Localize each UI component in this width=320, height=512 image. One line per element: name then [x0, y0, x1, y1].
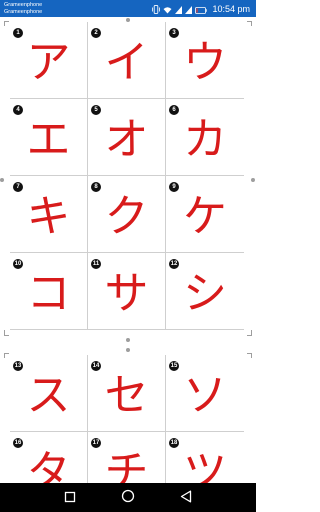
- recents-square-icon: [64, 488, 76, 507]
- kana-character: ス: [26, 370, 71, 421]
- kana-cell: 9ケ: [166, 176, 244, 253]
- kana-cell: 5オ: [88, 99, 166, 176]
- resize-handle-left[interactable]: [0, 178, 4, 182]
- corner-mark: [4, 21, 9, 22]
- kana-grid-2: 13 ス 14 セ 15 ソ 16 タ 17 チ 18 ツ: [10, 355, 246, 483]
- kana-character: ウ: [183, 37, 227, 88]
- kana-cell: 13 ス: [10, 355, 88, 432]
- kana-cell: 17 チ: [88, 432, 166, 483]
- kana-cell: 18 ツ: [166, 432, 244, 483]
- corner-mark: [4, 335, 9, 336]
- kana-cell: 3ウ: [166, 22, 244, 99]
- carrier-name-1: Grameenphone: [4, 2, 43, 8]
- kana-cell: 10 コ: [10, 253, 88, 330]
- kana-character: コ: [26, 268, 71, 319]
- kana-cell: 7キ: [10, 176, 88, 253]
- kana-character: サ: [104, 268, 149, 319]
- status-time: 10:54 pm: [212, 3, 250, 14]
- kana-character: イ: [104, 37, 149, 88]
- resize-handle-bottom[interactable]: [126, 338, 130, 342]
- status-bar: Grameenphone Grameenphone 10:54 pm: [0, 0, 256, 17]
- kana-cell: 15 ソ: [166, 355, 244, 432]
- signal-icon: [175, 0, 183, 18]
- kana-character: タ: [26, 447, 71, 483]
- kana-character: ケ: [183, 191, 227, 242]
- kana-character: ク: [104, 191, 149, 242]
- kana-character: ソ: [183, 370, 227, 421]
- home-circle-icon: [121, 488, 135, 507]
- kana-cell: 8ク: [88, 176, 166, 253]
- kana-grid-1: 1ア 2イ 3ウ 4エ 5オ 6カ 7キ 8ク 9ケ 10 コ 11 サ 12 シ: [10, 22, 246, 330]
- kana-cell: 6カ: [166, 99, 244, 176]
- resize-handle-right[interactable]: [251, 178, 255, 182]
- kana-character: エ: [26, 114, 71, 165]
- resize-handle-top[interactable]: [126, 348, 130, 352]
- resize-handle-top[interactable]: [126, 18, 130, 22]
- kana-cell: 11 サ: [88, 253, 166, 330]
- kana-cell: 16 タ: [10, 432, 88, 483]
- signal-icon: [185, 0, 193, 18]
- corner-mark: [247, 353, 252, 354]
- kana-cell: 14 セ: [88, 355, 166, 432]
- kana-cell: 1ア: [10, 22, 88, 99]
- home-button[interactable]: [108, 483, 148, 512]
- battery-icon: [195, 0, 208, 18]
- kana-cell: 4エ: [10, 99, 88, 176]
- kana-character: ア: [26, 37, 71, 88]
- corner-mark: [247, 335, 252, 336]
- kana-cell: 2イ: [88, 22, 166, 99]
- kana-character: シ: [183, 268, 227, 319]
- kana-character: チ: [104, 447, 149, 483]
- recents-button[interactable]: [50, 483, 90, 512]
- back-triangle-icon: [180, 488, 192, 507]
- navigation-bar: [0, 483, 256, 512]
- vibrate-icon: [152, 0, 161, 18]
- corner-mark: [4, 353, 9, 354]
- kana-character: キ: [26, 191, 71, 242]
- back-button[interactable]: [166, 483, 206, 512]
- kana-character: カ: [183, 114, 227, 165]
- kana-character: ツ: [183, 447, 227, 483]
- corner-mark: [247, 21, 252, 22]
- wifi-icon: [163, 0, 172, 18]
- worksheet-page-2: 13 ス 14 セ 15 ソ 16 タ 17 チ 18 ツ: [10, 355, 246, 483]
- carrier-name-2: Grameenphone: [4, 9, 43, 15]
- kana-character: オ: [104, 114, 149, 165]
- document-view[interactable]: 1ア 2イ 3ウ 4エ 5オ 6カ 7キ 8ク 9ケ 10 コ 11 サ 12 シ 1…: [0, 17, 256, 483]
- worksheet-page-1: 1ア 2イ 3ウ 4エ 5オ 6カ 7キ 8ク 9ケ 10 コ 11 サ 12 シ: [10, 22, 246, 344]
- kana-character: セ: [104, 370, 149, 421]
- kana-cell: 12 シ: [166, 253, 244, 330]
